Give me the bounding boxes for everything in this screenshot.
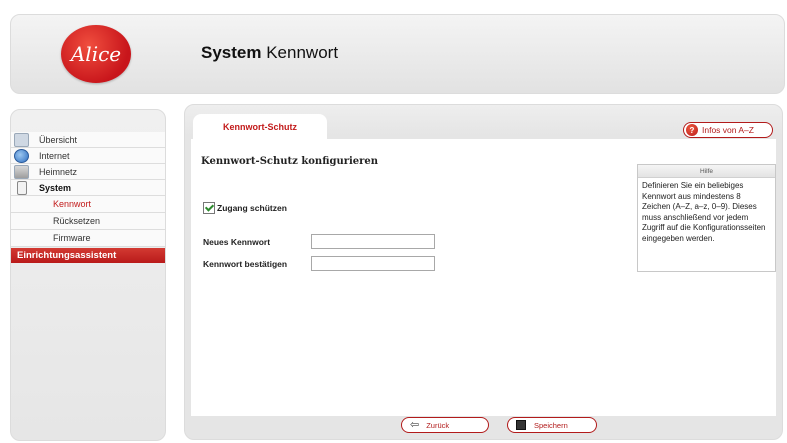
home-icon [14,132,29,147]
tab-kennwort-schutz[interactable]: Kennwort-Schutz [193,114,327,140]
page-title: System Kennwort [201,43,338,63]
sidebar-item-uebersicht[interactable]: Übersicht [11,132,165,148]
sidebar-subitem-label: Rücksetzen [53,216,101,226]
sidebar-item-label: Internet [39,150,70,161]
help-title: Hilfe [638,165,775,178]
question-icon: ? [686,124,698,136]
content-area: Kennwort-Schutz konfigurieren Zugang sch… [191,139,776,416]
help-text: Definieren Sie ein beliebiges Kennwort a… [642,181,766,243]
network-icon [14,164,29,179]
sidebar-subitem-label: Firmware [53,233,91,243]
protect-access-label: Zugang schützen [217,203,287,213]
sidebar-item-label: Heimnetz [39,166,78,177]
sidebar-item-system[interactable]: System [11,180,165,196]
sidebar-item-heimnetz[interactable]: Heimnetz [11,164,165,180]
sidebar-item-internet[interactable]: Internet [11,148,165,164]
page-title-page: Kennwort [266,43,339,62]
section-title: Kennwort-Schutz konfigurieren [201,156,379,167]
sidebar-subitem-kennwort[interactable]: Kennwort [11,196,165,213]
header-bar: Alice System Kennwort [10,14,785,94]
main-panel: Kennwort-Schutz ? Infos von A–Z Kennwort… [184,104,783,440]
sidebar-subitem-ruecksetzen[interactable]: Rücksetzen [11,213,165,230]
sidebar: Übersicht Internet Heimnetz System Kennw… [10,109,166,441]
protect-access-checkbox[interactable] [203,202,215,214]
back-button[interactable]: ⇦ Zurück [401,417,489,433]
save-label: Speichern [534,420,568,430]
setup-wizard-button[interactable]: Einrichtungsassistent [11,248,165,263]
save-icon [516,420,526,430]
save-button[interactable]: Speichern [507,417,597,433]
setup-wizard-label: Einrichtungsassistent [17,250,117,261]
confirm-password-field[interactable] [311,256,435,271]
back-arrow-icon: ⇦ [410,419,420,431]
sidebar-nav: Übersicht Internet Heimnetz System Kennw… [11,132,165,263]
sidebar-subitem-label: Kennwort [53,199,92,209]
sidebar-item-label: System [39,182,72,193]
confirm-password-label: Kennwort bestätigen [203,259,288,269]
new-password-field[interactable] [311,234,435,249]
protect-access-row: Zugang schützen [203,202,287,214]
tab-label: Kennwort-Schutz [223,122,297,132]
sidebar-subitem-firmware[interactable]: Firmware [11,230,165,247]
globe-icon [14,148,29,163]
new-password-label: Neues Kennwort [203,237,271,247]
system-icon [17,180,27,195]
sidebar-item-label: Übersicht [39,134,78,145]
info-a-z-button[interactable]: ? Infos von A–Z [683,122,773,138]
help-box: Hilfe Definieren Sie ein beliebiges Kenn… [637,164,776,272]
back-label: Zurück [426,420,450,430]
info-a-z-label: Infos von A–Z [702,125,754,135]
alice-logo[interactable]: Alice [61,25,131,83]
page-title-section: System [201,43,262,62]
